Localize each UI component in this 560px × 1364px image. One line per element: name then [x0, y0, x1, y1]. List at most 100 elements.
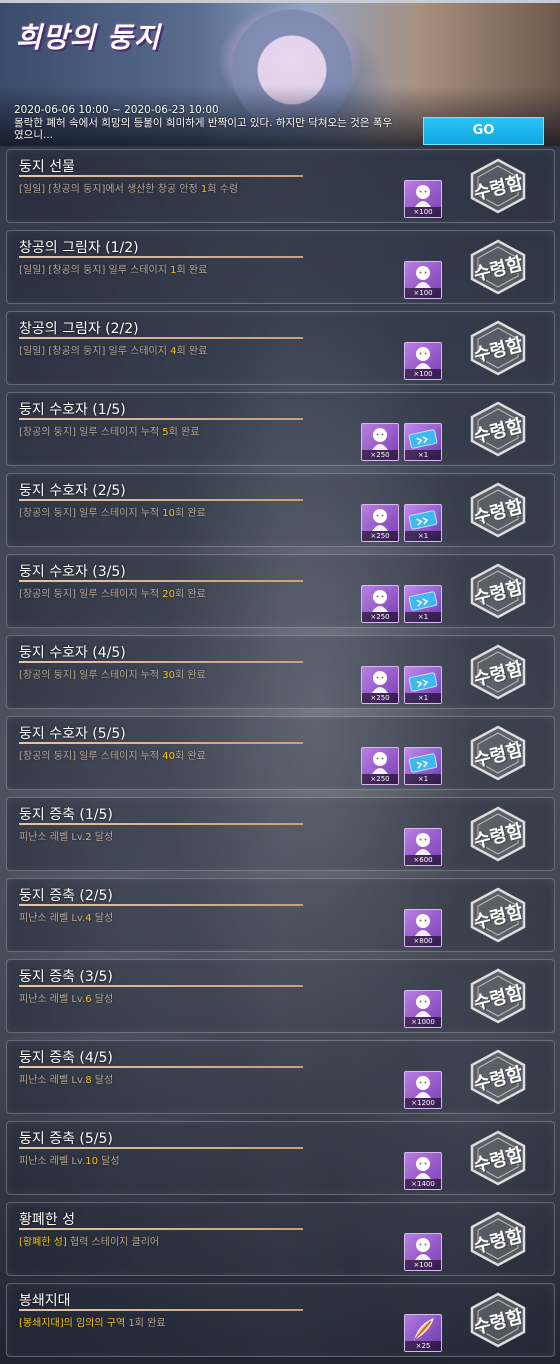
mission-card: 둥지 수호자 (3/5) [창공의 둥지] 일루 스테이지 누적 20회 완료 ×2… — [6, 554, 555, 628]
description-text: 회 완료 — [175, 751, 206, 762]
event-title: 희망의 둥지 — [16, 21, 161, 54]
mission-card: 둥지 증축 (5/5) 피난소 레벨 Lv.10 달성 ×1400 수령함 — [6, 1121, 555, 1195]
description-text: [창공의 둥지] 일루 스테이지 누적 — [19, 670, 163, 681]
reward-count: ×250 — [362, 774, 398, 784]
event-date-range: 2020-06-06 10:00 ~ 2020-06-23 10:00 — [14, 104, 219, 116]
mission-description: [황폐한 성] 협력 스테이지 클리어 — [19, 1233, 159, 1248]
mission-description: [일일] [창공의 둥지] 일루 스테이지 1회 완료 — [19, 261, 207, 276]
doll-icon — [372, 509, 388, 531]
claimed-stamp: 수령함 — [468, 1049, 528, 1105]
description-text: [일일] [창공의 둥지] 일루 스테이지 — [19, 346, 171, 357]
reward-list: ×800 — [404, 909, 442, 947]
character-illustration — [232, 4, 352, 124]
doll-icon — [415, 1238, 431, 1260]
mission-description: 피난소 레벨 Lv.4 달성 — [19, 909, 113, 924]
reward-item-ticket[interactable]: ×1 — [404, 504, 442, 542]
reward-count: ×1 — [405, 450, 441, 460]
mission-card: 봉쇄지대 [봉쇄지대]의 임의의 구역 1회 완료 ×25 수령함 — [6, 1283, 555, 1357]
doll-icon — [415, 1157, 431, 1179]
mission-card: 둥지 증축 (1/5) 피난소 레벨 Lv.2 달성 ×600 수령함 — [6, 797, 555, 871]
mission-title: 둥지 증축 (4/5) — [19, 1050, 113, 1066]
progress-bar — [19, 823, 303, 825]
mission-title: 둥지 증축 (2/5) — [19, 888, 113, 904]
claimed-stamp: 수령함 — [468, 1292, 528, 1348]
reward-list: ×100 — [404, 1233, 442, 1271]
reward-item-doll[interactable]: ×800 — [404, 909, 442, 947]
reward-item-doll[interactable]: ×100 — [404, 180, 442, 218]
reward-item-doll[interactable]: ×250 — [361, 423, 399, 461]
reward-item-doll[interactable]: ×1200 — [404, 1071, 442, 1109]
top-divider — [0, 0, 560, 3]
mission-card: 황폐한 성 [황폐한 성] 협력 스테이지 클리어 ×100 수령함 — [6, 1202, 555, 1276]
mission-title: 창공의 그림자 (1/2) — [19, 240, 139, 256]
reward-item-doll[interactable]: ×250 — [361, 585, 399, 623]
mission-title: 둥지 수호자 (3/5) — [19, 564, 126, 580]
progress-bar — [19, 580, 303, 582]
reward-item-doll[interactable]: ×250 — [361, 666, 399, 704]
mission-description: 피난소 레벨 Lv.6 달성 — [19, 990, 113, 1005]
ticket-icon — [408, 672, 438, 692]
claimed-stamp: 수령함 — [468, 1130, 528, 1186]
claimed-stamp: 수령함 — [468, 806, 528, 862]
description-text: 피난소 레벨 Lv. — [19, 832, 86, 843]
reward-item-doll[interactable]: ×1400 — [404, 1152, 442, 1190]
doll-icon — [415, 185, 431, 207]
mission-description: [일일] [창공의 둥지] 일루 스테이지 4회 완료 — [19, 342, 207, 357]
mission-title: 둥지 선물 — [19, 159, 75, 175]
description-text: 피난소 레벨 Lv. — [19, 1156, 86, 1167]
progress-bar — [19, 175, 303, 177]
description-highlight: 10 — [162, 508, 176, 519]
claimed-stamp: 수령함 — [468, 563, 528, 619]
mission-description: [창공의 둥지] 일루 스테이지 누적 5회 완료 — [19, 423, 199, 438]
mission-title: 둥지 수호자 (1/5) — [19, 402, 126, 418]
reward-item-feather[interactable]: ×25 — [404, 1314, 442, 1352]
mission-card: 둥지 증축 (3/5) 피난소 레벨 Lv.6 달성 ×1000 수령함 — [6, 959, 555, 1033]
reward-item-ticket[interactable]: ×1 — [404, 747, 442, 785]
reward-item-ticket[interactable]: ×1 — [404, 423, 442, 461]
description-text: [일일] [창공의 둥지]에서 생산한 창공 안정 — [19, 184, 201, 195]
description-text: 1회 완료 — [125, 1318, 166, 1329]
description-highlight: 20 — [162, 589, 176, 600]
description-text: 회 완료 — [176, 265, 208, 276]
description-text: 달성 — [91, 913, 114, 924]
reward-item-doll[interactable]: ×250 — [361, 504, 399, 542]
doll-icon — [372, 428, 388, 450]
reward-item-doll[interactable]: ×1000 — [404, 990, 442, 1028]
reward-item-doll[interactable]: ×600 — [404, 828, 442, 866]
reward-list: ×100 — [404, 180, 442, 218]
mission-card: 둥지 수호자 (2/5) [창공의 둥지] 일루 스테이지 누적 10회 완료 ×2… — [6, 473, 555, 547]
reward-list: ×250 ×1 — [361, 747, 442, 785]
progress-bar — [19, 1228, 303, 1230]
description-text: 회 수령 — [207, 184, 239, 195]
mission-description: [창공의 둥지] 일루 스테이지 누적 40회 완료 — [19, 747, 206, 762]
progress-bar — [19, 661, 303, 663]
reward-item-doll[interactable]: ×100 — [404, 261, 442, 299]
description-text: 회 완료 — [168, 427, 200, 438]
claimed-stamp: 수령함 — [468, 158, 528, 214]
mission-title: 둥지 증축 (5/5) — [19, 1131, 113, 1147]
doll-icon — [372, 590, 388, 612]
go-button[interactable]: GO — [423, 117, 544, 145]
reward-count: ×250 — [362, 612, 398, 622]
reward-count: ×1 — [405, 774, 441, 784]
progress-bar — [19, 742, 303, 744]
reward-item-doll[interactable]: ×100 — [404, 1233, 442, 1271]
reward-item-doll[interactable]: ×100 — [404, 342, 442, 380]
description-text: 피난소 레벨 Lv. — [19, 1075, 86, 1086]
progress-bar — [19, 985, 303, 987]
reward-item-ticket[interactable]: ×1 — [404, 666, 442, 704]
reward-item-ticket[interactable]: ×1 — [404, 585, 442, 623]
progress-bar — [19, 1147, 303, 1149]
mission-title: 창공의 그림자 (2/2) — [19, 321, 139, 337]
progress-bar — [19, 1066, 303, 1068]
description-text: 달성 — [91, 832, 114, 843]
reward-count: ×250 — [362, 450, 398, 460]
mission-card: 둥지 수호자 (4/5) [창공의 둥지] 일루 스테이지 누적 30회 완료 ×2… — [6, 635, 555, 709]
mission-description: [일일] [창공의 둥지]에서 생산한 창공 안정 1회 수령 — [19, 180, 238, 195]
description-text: 피난소 레벨 Lv. — [19, 913, 86, 924]
mission-description: [창공의 둥지] 일루 스테이지 누적 30회 완료 — [19, 666, 206, 681]
doll-icon — [415, 995, 431, 1017]
reward-item-doll[interactable]: ×250 — [361, 747, 399, 785]
mission-description: 피난소 레벨 Lv.10 달성 — [19, 1152, 120, 1167]
reward-list: ×250 ×1 — [361, 666, 442, 704]
